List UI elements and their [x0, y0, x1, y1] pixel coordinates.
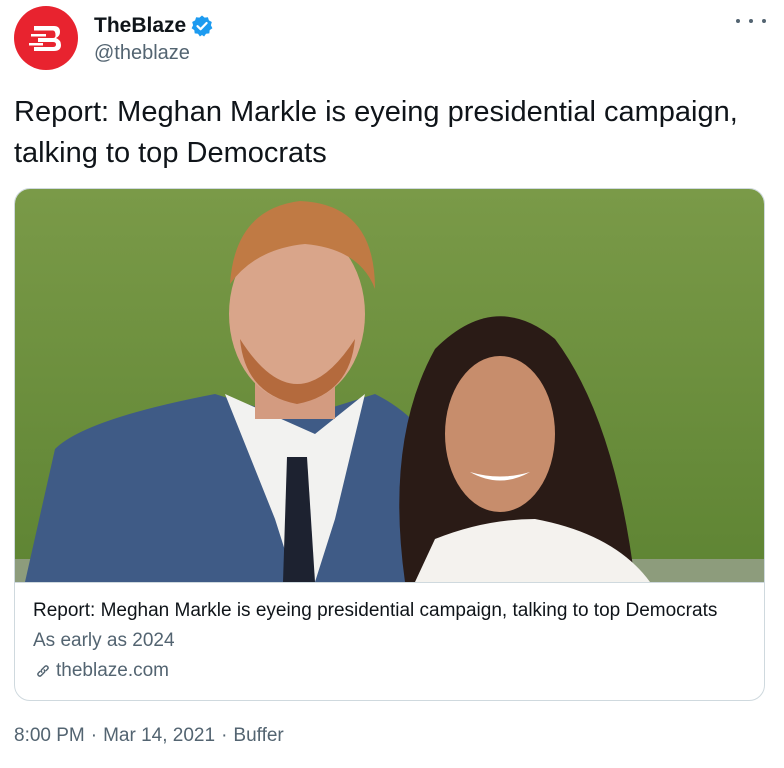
more-options-icon[interactable]	[736, 10, 766, 32]
tweet-header: TheBlaze @theblaze	[14, 6, 214, 70]
account-identity: TheBlaze @theblaze	[94, 11, 214, 65]
avatar[interactable]	[14, 6, 78, 70]
card-domain[interactable]: theblaze.com	[33, 657, 748, 685]
handle[interactable]: @theblaze	[94, 42, 214, 65]
tweet-time[interactable]: 8:00 PM	[14, 722, 85, 750]
meta-separator: ·	[90, 725, 98, 746]
card-domain-text: theblaze.com	[56, 660, 170, 681]
card-body: Report: Meghan Markle is eyeing presiden…	[33, 597, 748, 685]
card-divider	[15, 582, 764, 583]
more-dot	[749, 19, 753, 23]
verified-badge-icon	[191, 15, 213, 37]
more-dot	[736, 19, 740, 23]
tweet: TheBlaze @theblaze Report: Meghan Markle…	[0, 0, 784, 768]
card-description: As early as 2024	[33, 630, 175, 651]
card-title[interactable]: Report: Meghan Markle is eyeing presiden…	[33, 597, 748, 625]
display-name[interactable]: TheBlaze	[94, 14, 186, 38]
tweet-date[interactable]: Mar 14, 2021	[103, 722, 215, 750]
name-row: TheBlaze	[94, 11, 214, 41]
link-icon	[37, 665, 49, 677]
tweet-text: Report: Meghan Markle is eyeing presiden…	[14, 96, 738, 169]
theblaze-logo-icon	[29, 26, 61, 51]
tweet-source[interactable]: Buffer	[233, 722, 283, 750]
tweet-meta: 8:00 PM · Mar 14, 2021 · Buffer	[14, 722, 284, 750]
link-card[interactable]: Report: Meghan Markle is eyeing presiden…	[14, 188, 765, 701]
meta-separator: ·	[221, 725, 228, 746]
more-dot	[762, 19, 766, 23]
article-photo[interactable]	[15, 189, 765, 582]
